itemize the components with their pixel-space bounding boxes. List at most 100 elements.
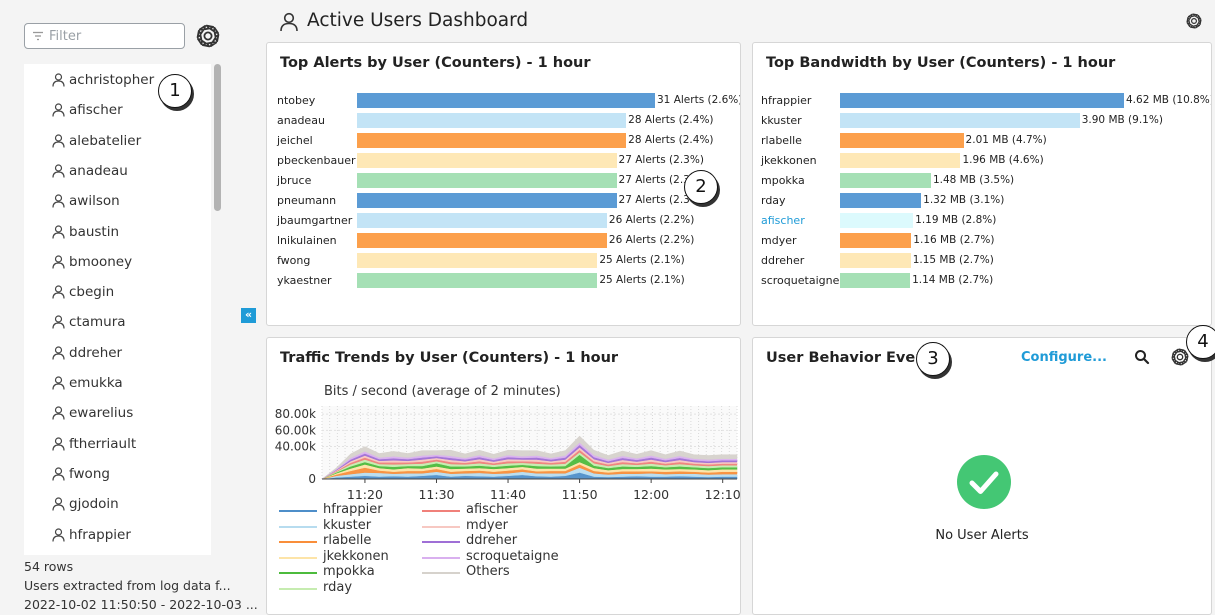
collapse-sidebar-button[interactable]: « — [241, 308, 256, 323]
empty-state-message: No User Alerts — [935, 528, 1029, 543]
bar-category-label: jeichel — [277, 134, 313, 147]
callout-marker: 1 — [158, 74, 192, 108]
bar[interactable] — [357, 93, 655, 108]
bar-category-label: jbaumgartner — [277, 214, 353, 227]
bar-value-label: 1.32 MB (3.1%) — [923, 194, 1005, 206]
user-name: ftherriault — [69, 435, 137, 452]
list-settings-gear-icon[interactable] — [196, 24, 220, 48]
user-icon — [52, 255, 65, 269]
bar-category-label: anadeau — [277, 114, 325, 127]
legend-swatch — [422, 510, 460, 512]
legend-swatch — [279, 572, 317, 574]
search-icon[interactable] — [1134, 349, 1150, 365]
user-icon — [52, 497, 65, 511]
bar[interactable] — [357, 153, 617, 168]
bar[interactable] — [357, 253, 598, 268]
bar-category-label: rlabelle — [761, 134, 802, 147]
filter-field[interactable] — [24, 23, 185, 49]
configure-link[interactable]: Configure... — [1021, 350, 1107, 365]
legend-swatch — [422, 525, 460, 528]
dashboard-settings-gear-icon[interactable] — [1186, 13, 1202, 29]
bar[interactable] — [840, 113, 1080, 128]
user-behavior-events-panel: User Behavior Events Configure... No Use… — [752, 337, 1212, 615]
user-icon — [52, 133, 65, 148]
bar-value-label: 1.15 MB (2.7%) — [912, 254, 994, 266]
bar-value-label: 25 Alerts (2.1%) — [599, 274, 685, 286]
time-range: 2022-10-02 11:50:50 - 2022-10-03 ... — [24, 597, 258, 612]
bar-category-label: mpokka — [761, 174, 805, 187]
user-name: fwong — [69, 465, 110, 482]
traffic-trends-panel: Traffic Trends by User (Counters) - 1 ho… — [266, 337, 741, 615]
legend-swatch — [422, 541, 460, 543]
user-icon — [52, 164, 65, 178]
bar[interactable] — [840, 93, 1124, 108]
user-name: gjodoin — [69, 496, 119, 513]
bar[interactable] — [840, 273, 911, 288]
legend-label: mpokka — [323, 564, 375, 579]
bar-category-label: mdyer — [761, 234, 797, 247]
bar-value-label: 3.90 MB (9.1%) — [1081, 114, 1163, 126]
legend-swatch — [422, 572, 460, 574]
bar[interactable] — [840, 213, 914, 228]
data-source-note: Users extracted from log data f... — [24, 578, 231, 593]
bar[interactable] — [840, 253, 911, 268]
chart-title: Bits / second (average of 2 minutes) — [324, 384, 561, 399]
legend-label: hfrappier — [323, 502, 383, 517]
legend-label: ddreher — [466, 533, 518, 548]
legend-label: rday — [323, 579, 353, 595]
y-tick-label: 0 — [308, 472, 316, 486]
callout-marker: 4 — [1186, 325, 1215, 359]
bar[interactable] — [357, 213, 607, 228]
bar[interactable] — [840, 153, 961, 168]
top-alerts-panel: Top Alerts by User (Counters) - 1 hour n… — [266, 42, 741, 326]
user-list-panel: achristopher afischer alebatelier anadeau aw… — [0, 0, 258, 615]
top-bandwidth-panel: Top Bandwidth by User (Counters) - 1 hou… — [752, 42, 1212, 326]
bar-category-label: pbeckenbauer — [277, 154, 356, 167]
bar-value-label: 25 Alerts (2.1%) — [599, 254, 685, 266]
page-title: Active Users Dashboard — [307, 10, 529, 31]
user-name: hfrappier — [69, 526, 131, 543]
x-tick-label: 11:50 — [562, 487, 598, 502]
bar-category-label: hfrappier — [761, 94, 812, 107]
bar-value-label: 26 Alerts (2.2%) — [608, 234, 695, 246]
bar[interactable] — [840, 193, 922, 208]
user-name: anadeau — [69, 162, 128, 179]
legend-swatch — [422, 556, 460, 559]
bar-category-label[interactable]: afischer — [761, 214, 805, 227]
bar[interactable] — [357, 113, 627, 128]
bar-value-label: 26 Alerts (2.2%) — [608, 214, 695, 226]
panel-title: Top Alerts by User (Counters) - 1 hour — [280, 55, 591, 71]
legend-swatch — [279, 525, 317, 528]
row-count: 54 rows — [24, 559, 74, 574]
user-list-scrollbar[interactable] — [214, 64, 221, 211]
bar-category-label: kkuster — [761, 114, 802, 127]
bar[interactable] — [357, 173, 617, 188]
user-icon — [52, 527, 65, 542]
legend-label: rlabelle — [323, 533, 372, 548]
bar-category-label: ntobey — [277, 94, 316, 107]
x-tick-label: 12:00 — [633, 487, 669, 502]
user-name: emukka — [69, 375, 123, 391]
user-icon — [52, 436, 65, 451]
x-tick-label: 11:40 — [490, 487, 526, 502]
bar[interactable] — [840, 133, 964, 148]
user-name: ewarelius — [69, 405, 134, 422]
bar-value-label: 4.62 MB (10.8%) — [1126, 94, 1212, 106]
legend-label: jkekkonen — [323, 548, 389, 564]
bar[interactable] — [357, 133, 627, 148]
bar-category-label: ykaestner — [277, 274, 332, 287]
user-icon — [280, 12, 298, 32]
bar[interactable] — [357, 233, 607, 248]
bar[interactable] — [357, 273, 598, 288]
x-tick-label: 12:10 — [705, 487, 741, 502]
bar-value-label: 28 Alerts (2.4%) — [628, 114, 714, 126]
bar[interactable] — [357, 193, 617, 208]
bar-value-label: 1.96 MB (4.6%) — [962, 154, 1044, 166]
filter-icon — [33, 31, 43, 41]
user-name: alebatelier — [69, 132, 142, 149]
bar[interactable] — [840, 233, 912, 248]
bar[interactable] — [840, 173, 931, 188]
user-name: afischer — [69, 102, 123, 119]
filter-input[interactable] — [49, 27, 179, 45]
events-settings-gear-icon[interactable] — [1171, 348, 1189, 366]
